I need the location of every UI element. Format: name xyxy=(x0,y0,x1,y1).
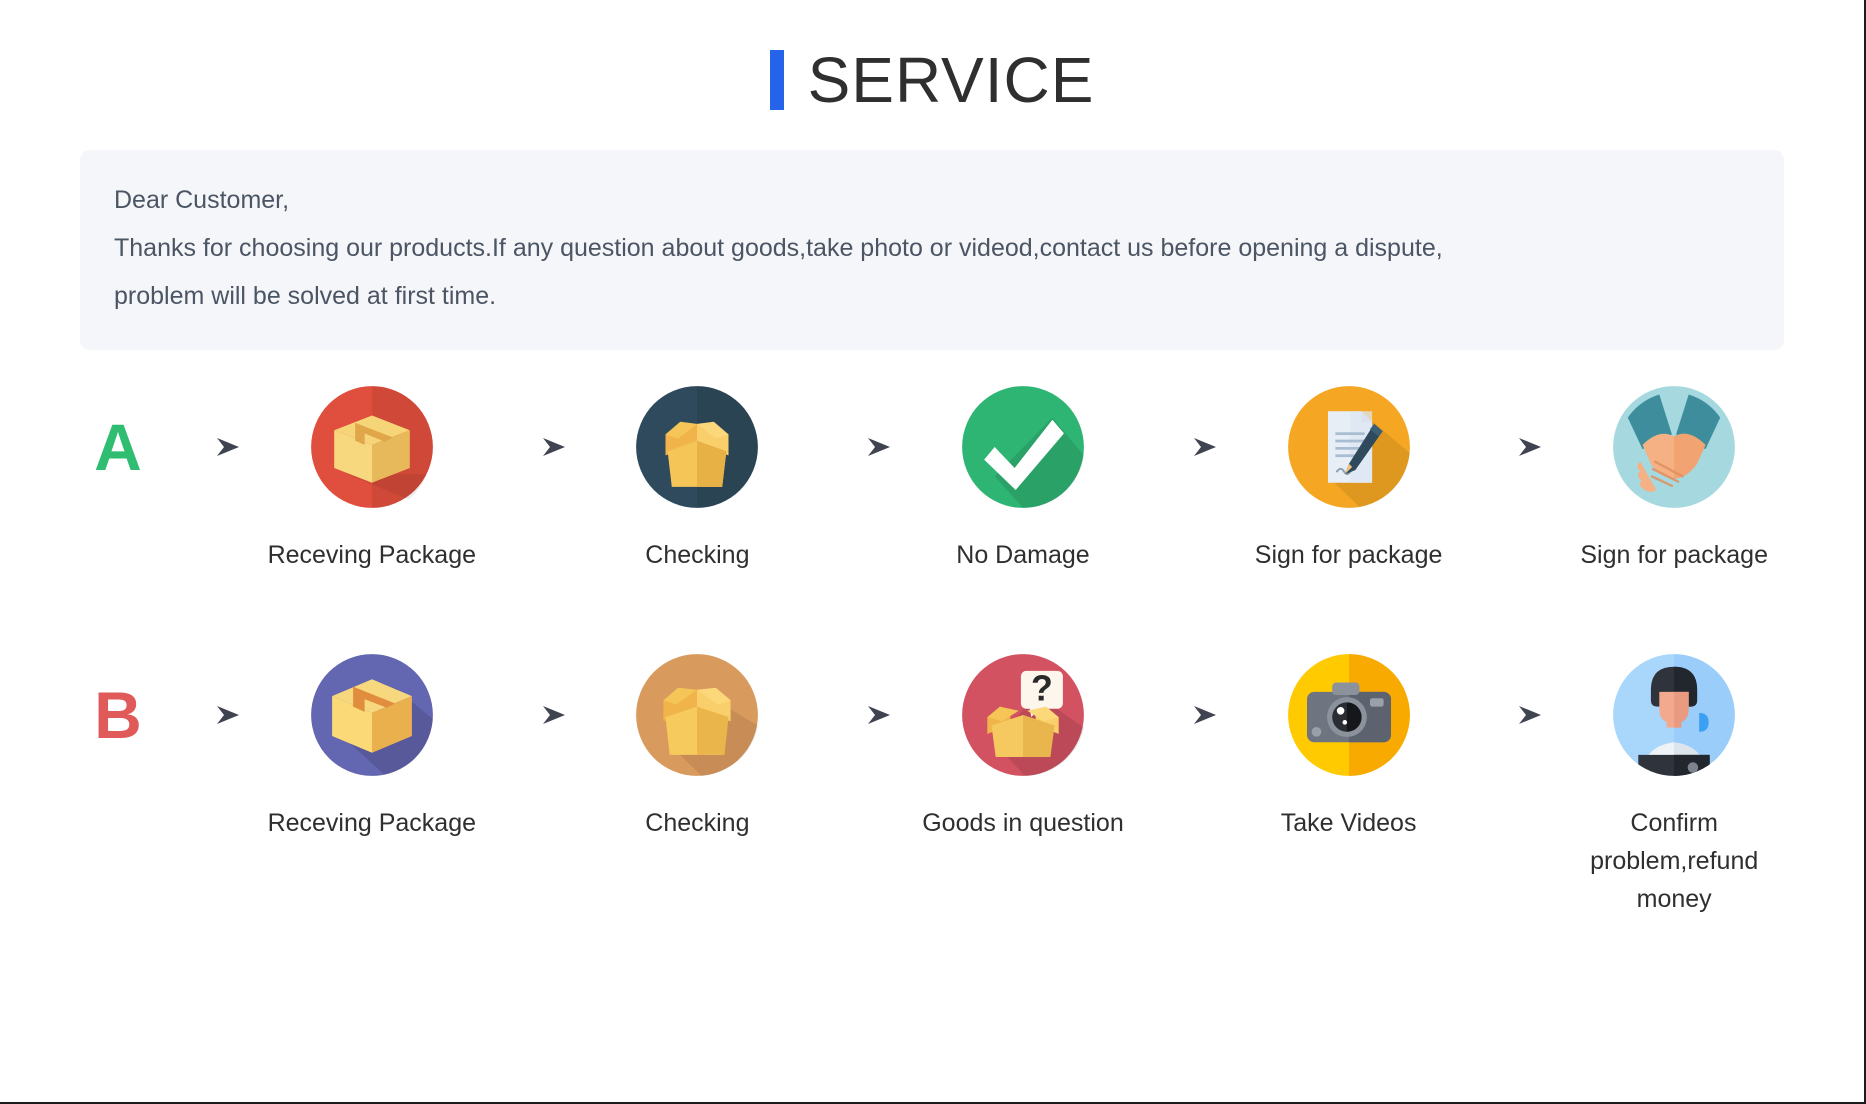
arrow-right-icon xyxy=(166,652,252,778)
arrow-right-icon xyxy=(817,384,903,510)
flow-step-label: Receving Package xyxy=(267,541,477,569)
open-box-icon xyxy=(634,652,760,778)
service-page: SERVICE Dear Customer, Thanks for choosi… xyxy=(0,0,1866,1104)
sealed-package-icon xyxy=(309,652,435,778)
arrow-right-icon xyxy=(1143,652,1229,778)
arrow-right-icon xyxy=(492,652,578,778)
support-agent-icon xyxy=(1611,652,1737,778)
title-accent-bar xyxy=(769,50,784,110)
flow-step[interactable]: Sign for package xyxy=(1554,384,1794,574)
flow-row-b: B Receving Package Checking ? Goods in q… xyxy=(70,652,1794,918)
notice-line-3: problem will be solved at first time. xyxy=(114,282,497,310)
flow-step-label: Receving Package xyxy=(267,809,477,837)
flow-step-label: No Damage xyxy=(956,541,1090,569)
flow-step[interactable]: Confirm problem,refund money xyxy=(1554,652,1794,918)
camera-icon xyxy=(1286,652,1412,778)
notice-line-2: Thanks for choosing our products.If any … xyxy=(114,234,1443,262)
flow-badge-b-letter: B xyxy=(94,678,142,752)
flow-step[interactable]: Sign for package xyxy=(1229,384,1469,574)
notice-line-1: Dear Customer, xyxy=(114,186,290,214)
flow-step-label: Confirm problem,refund money xyxy=(1590,809,1759,913)
flow-step-label: Goods in question xyxy=(922,809,1124,837)
document-sign-icon xyxy=(1286,384,1412,510)
flow-row-a: A Receving Package Checking No Damage Si… xyxy=(70,384,1794,574)
flow-step[interactable]: Receving Package xyxy=(252,652,492,842)
flow-step-label: Take Videos xyxy=(1280,809,1417,837)
open-box-icon xyxy=(634,384,760,510)
arrow-right-icon xyxy=(1468,384,1554,510)
flow-step[interactable]: Take Videos xyxy=(1229,652,1469,842)
flow-badge-b: B xyxy=(70,652,166,778)
arrow-right-icon xyxy=(166,384,252,510)
flow-step-label: Checking xyxy=(645,809,750,837)
arrow-right-icon xyxy=(817,652,903,778)
flow-step[interactable]: No Damage xyxy=(903,384,1143,574)
arrow-right-icon xyxy=(1468,652,1554,778)
flow-step[interactable]: Receving Package xyxy=(252,384,492,574)
arrow-right-icon xyxy=(492,384,578,510)
flow-badge-a-letter: A xyxy=(94,410,142,484)
check-mark-icon xyxy=(960,384,1086,510)
arrow-right-icon xyxy=(1143,384,1229,510)
sealed-package-icon xyxy=(309,384,435,510)
flow-step-label: Sign for package xyxy=(1580,541,1768,569)
svg-text:?: ? xyxy=(1031,668,1053,708)
flow-step[interactable]: Checking xyxy=(578,652,818,842)
handshake-icon xyxy=(1611,384,1737,510)
customer-notice-box: Dear Customer, Thanks for choosing our p… xyxy=(80,150,1784,350)
flow-step[interactable]: ? Goods in question xyxy=(903,652,1143,842)
flow-badge-a: A xyxy=(70,384,166,510)
flow-step-label: Checking xyxy=(645,541,750,569)
flow-step[interactable]: Checking xyxy=(578,384,818,574)
question-box-icon: ? xyxy=(960,652,1086,778)
flow-step-label: Sign for package xyxy=(1254,541,1443,569)
page-title: SERVICE xyxy=(0,0,1864,112)
page-title-text: SERVICE xyxy=(807,44,1095,116)
